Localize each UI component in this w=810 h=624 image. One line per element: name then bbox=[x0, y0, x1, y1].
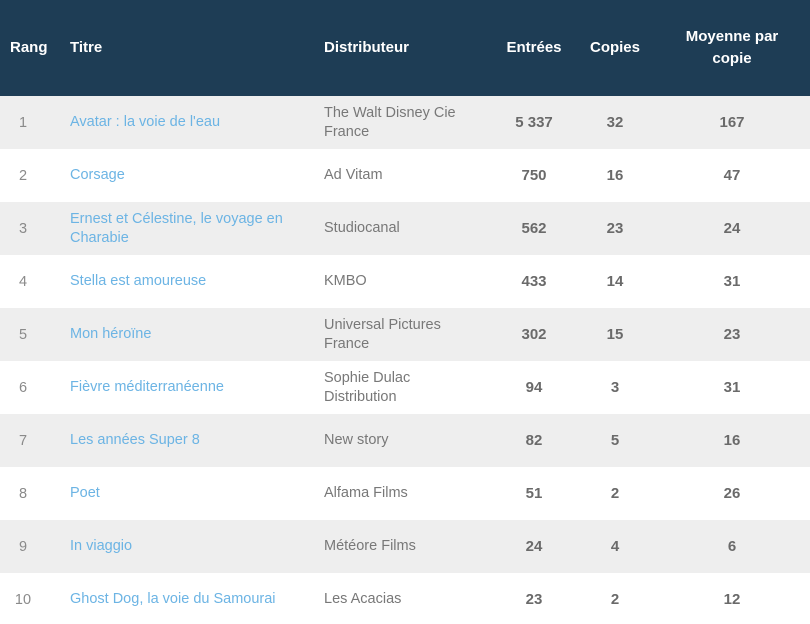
cell-moyenne-par-copie: 23 bbox=[723, 326, 741, 343]
cell-rang: 2 bbox=[18, 167, 28, 184]
column-header-rang[interactable]: Rang bbox=[0, 0, 58, 96]
box-office-table-container: Rang Titre Distributeur Entrées Copies M… bbox=[0, 0, 810, 624]
box-office-ranking-table: Rang Titre Distributeur Entrées Copies M… bbox=[0, 0, 810, 624]
cell-entrees: 5 337 bbox=[515, 114, 553, 131]
cell-copies: 5 bbox=[610, 432, 620, 449]
cell-moyenne-par-copie: 24 bbox=[723, 220, 741, 237]
film-title-link[interactable]: Ernest et Célestine, le voyage en Charab… bbox=[70, 211, 283, 245]
cell-titre: Avatar : la voie de l'eau bbox=[58, 96, 316, 149]
column-header-titre[interactable]: Titre bbox=[58, 0, 316, 96]
cell-titre: Ernest et Célestine, le voyage en Charab… bbox=[58, 202, 316, 255]
cell-copies: 2 bbox=[610, 591, 620, 608]
cell-rang: 6 bbox=[18, 379, 28, 396]
column-header-copies[interactable]: Copies bbox=[576, 0, 654, 96]
cell-titre: In viaggio bbox=[58, 520, 316, 573]
cell-moyenne-par-copie: 26 bbox=[723, 485, 741, 502]
cell-copies: 3 bbox=[610, 379, 620, 396]
table-header-row: Rang Titre Distributeur Entrées Copies M… bbox=[0, 0, 810, 96]
cell-distributeur: Météore Films bbox=[324, 538, 416, 555]
table-row[interactable]: 10 Ghost Dog, la voie du Samourai Les Acac… bbox=[0, 573, 810, 624]
cell-titre: Fièvre méditerranéenne bbox=[58, 361, 316, 414]
cell-titre: Ghost Dog, la voie du Samourai bbox=[58, 573, 316, 624]
table-row[interactable]: 7 Les années Super 8 New story 82 5 16 bbox=[0, 414, 810, 467]
cell-titre: Stella est amoureuse bbox=[58, 255, 316, 308]
cell-entrees: 23 bbox=[525, 591, 543, 608]
table-row[interactable]: 1 Avatar : la voie de l'eau The Walt Disne… bbox=[0, 96, 810, 149]
film-title-link[interactable]: In viaggio bbox=[70, 538, 132, 554]
cell-copies: 2 bbox=[610, 485, 620, 502]
film-title-link[interactable]: Avatar : la voie de l'eau bbox=[70, 114, 220, 130]
cell-distributeur: Ad Vitam bbox=[324, 167, 383, 184]
cell-copies: 16 bbox=[606, 167, 624, 184]
cell-distributeur: Alfama Films bbox=[324, 485, 408, 502]
cell-rang: 10 bbox=[14, 591, 32, 608]
cell-moyenne-par-copie: 31 bbox=[723, 273, 741, 290]
film-title-link[interactable]: Mon héroïne bbox=[70, 326, 151, 342]
table-row[interactable]: 4 Stella est amoureuse KMBO 433 14 31 bbox=[0, 255, 810, 308]
table-row[interactable]: 2 Corsage Ad Vitam 750 16 47 bbox=[0, 149, 810, 202]
cell-copies: 14 bbox=[606, 273, 624, 290]
cell-entrees: 302 bbox=[521, 326, 547, 343]
column-header-entrees[interactable]: Entrées bbox=[492, 0, 576, 96]
cell-distributeur: Studiocanal bbox=[324, 220, 400, 237]
cell-titre: Mon héroïne bbox=[58, 308, 316, 361]
film-title-link[interactable]: Corsage bbox=[70, 167, 125, 183]
column-header-moyenne[interactable]: Moyenne par copie bbox=[654, 0, 810, 96]
cell-moyenne-par-copie: 167 bbox=[719, 114, 745, 131]
cell-rang: 4 bbox=[18, 273, 28, 290]
table-row[interactable]: 6 Fièvre méditerranéenne Sophie Dulac Dist… bbox=[0, 361, 810, 414]
cell-rang: 8 bbox=[18, 485, 28, 502]
cell-distributeur: The Walt Disney Cie France bbox=[324, 105, 456, 140]
table-row[interactable]: 8 Poet Alfama Films 51 2 26 bbox=[0, 467, 810, 520]
cell-entrees: 750 bbox=[521, 167, 547, 184]
cell-rang: 7 bbox=[18, 432, 28, 449]
film-title-link[interactable]: Les années Super 8 bbox=[70, 432, 200, 448]
cell-copies: 4 bbox=[610, 538, 620, 555]
cell-rang: 9 bbox=[18, 538, 28, 555]
cell-entrees: 562 bbox=[521, 220, 547, 237]
cell-moyenne-par-copie: 31 bbox=[723, 379, 741, 396]
cell-entrees: 51 bbox=[525, 485, 543, 502]
table-header: Rang Titre Distributeur Entrées Copies M… bbox=[0, 0, 810, 96]
cell-distributeur: Sophie Dulac Distribution bbox=[324, 370, 411, 405]
cell-titre: Poet bbox=[58, 467, 316, 520]
cell-entrees: 94 bbox=[525, 379, 543, 396]
film-title-link[interactable]: Poet bbox=[70, 485, 100, 501]
cell-rang: 3 bbox=[18, 220, 28, 237]
cell-copies: 32 bbox=[606, 114, 624, 131]
cell-distributeur: New story bbox=[324, 432, 389, 449]
cell-distributeur: Universal Pictures France bbox=[324, 317, 441, 352]
cell-distributeur: Les Acacias bbox=[324, 591, 402, 608]
cell-entrees: 433 bbox=[521, 273, 547, 290]
table-row[interactable]: 9 In viaggio Météore Films 24 4 6 bbox=[0, 520, 810, 573]
cell-titre: Les années Super 8 bbox=[58, 414, 316, 467]
table-row[interactable]: 5 Mon héroïne Universal Pictures France 302… bbox=[0, 308, 810, 361]
cell-moyenne-par-copie: 6 bbox=[727, 538, 737, 555]
cell-copies: 15 bbox=[606, 326, 624, 343]
table-body: 1 Avatar : la voie de l'eau The Walt Disne… bbox=[0, 96, 810, 624]
cell-moyenne-par-copie: 16 bbox=[723, 432, 741, 449]
cell-moyenne-par-copie: 12 bbox=[723, 591, 741, 608]
cell-rang: 5 bbox=[18, 326, 28, 343]
cell-entrees: 24 bbox=[525, 538, 543, 555]
cell-rang: 1 bbox=[18, 114, 28, 131]
cell-distributeur: KMBO bbox=[324, 273, 367, 290]
cell-copies: 23 bbox=[606, 220, 624, 237]
film-title-link[interactable]: Stella est amoureuse bbox=[70, 273, 206, 289]
table-row[interactable]: 3 Ernest et Célestine, le voyage en Chara… bbox=[0, 202, 810, 255]
cell-titre: Corsage bbox=[58, 149, 316, 202]
column-header-distributeur[interactable]: Distributeur bbox=[316, 0, 492, 96]
cell-entrees: 82 bbox=[525, 432, 543, 449]
film-title-link[interactable]: Ghost Dog, la voie du Samourai bbox=[70, 591, 276, 607]
cell-moyenne-par-copie: 47 bbox=[723, 167, 741, 184]
film-title-link[interactable]: Fièvre méditerranéenne bbox=[70, 379, 224, 395]
